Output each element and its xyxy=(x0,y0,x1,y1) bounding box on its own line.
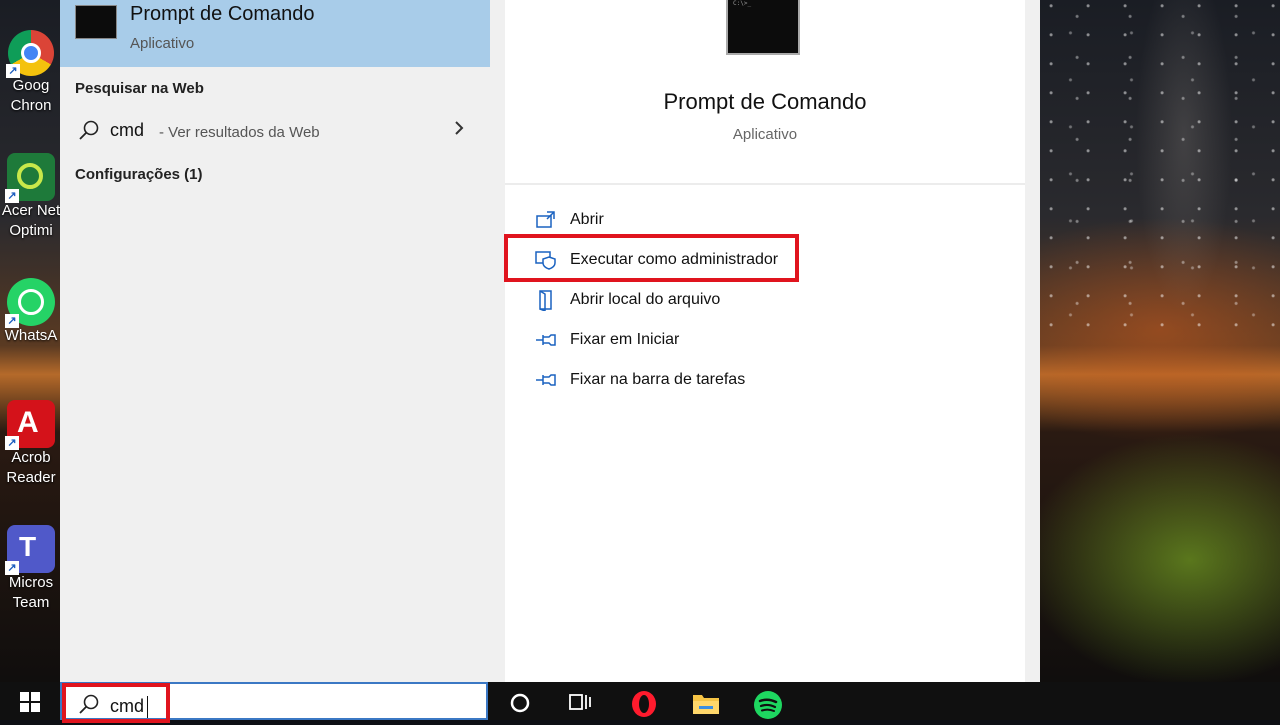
cortana-icon[interactable] xyxy=(507,690,533,716)
best-match-result[interactable]: Prompt de Comando Aplicativo xyxy=(60,0,490,67)
shortcut-arrow-icon: ↗ xyxy=(5,436,19,450)
spotify-icon[interactable] xyxy=(753,690,782,719)
file-explorer-icon[interactable] xyxy=(692,690,719,716)
web-search-result[interactable]: cmd - Ver resultados da Web xyxy=(60,112,490,150)
preview-pane: C:\>_ Prompt de Comando Aplicativo Abrir… xyxy=(505,0,1025,682)
preview-app-type: Aplicativo xyxy=(732,126,798,143)
chevron-right-icon[interactable] xyxy=(453,120,465,141)
action-pin-to-taskbar[interactable]: Fixar na barra de tarefas xyxy=(505,360,1025,400)
teams-icon: T ↗ xyxy=(5,525,55,575)
whatsapp-icon: ↗ xyxy=(5,278,55,328)
command-prompt-large-icon: C:\>_ xyxy=(726,0,800,55)
best-match-type: Aplicativo xyxy=(130,35,195,52)
start-button[interactable] xyxy=(0,682,60,720)
preview-app-name: Prompt de Comando xyxy=(663,89,867,114)
action-label: Abrir local do arquivo xyxy=(570,291,721,308)
annotation-highlight-run-as-admin xyxy=(504,234,799,282)
shortcut-arrow-icon: ↗ xyxy=(5,314,19,328)
desktop-icon-chrome[interactable]: ↗ Goog Chron xyxy=(0,30,62,116)
search-icon xyxy=(78,119,100,146)
desktop-icon-acer-network[interactable]: ↗ Acer Net Optimi xyxy=(0,153,62,241)
best-match-name: Prompt de Comando xyxy=(130,3,315,25)
pin-icon xyxy=(535,329,557,351)
web-query-text: cmd xyxy=(110,120,145,140)
shortcut-arrow-icon: ↗ xyxy=(6,64,20,78)
annotation-highlight-search-box xyxy=(62,683,170,723)
web-section-title: Pesquisar na Web xyxy=(75,80,204,97)
acer-network-icon: ↗ xyxy=(5,153,55,203)
desktop-icon-label: Acer Net xyxy=(1,202,61,219)
desktop-icon-teams[interactable]: T ↗ Micros Team xyxy=(0,525,62,613)
desktop-icon-label: WhatsA xyxy=(4,327,58,344)
desktop-icon-acrobat[interactable]: A ↗ Acrob Reader xyxy=(0,400,62,488)
pin-icon xyxy=(535,369,557,391)
desktop-icon-label: Micros xyxy=(8,574,54,591)
action-open-file-location[interactable]: Abrir local do arquivo xyxy=(505,280,1025,320)
shortcut-arrow-icon: ↗ xyxy=(5,561,19,575)
wallpaper-stars xyxy=(1040,0,1280,340)
action-pin-to-start[interactable]: Fixar em Iniciar xyxy=(505,320,1025,360)
acrobat-reader-icon: A ↗ xyxy=(5,400,55,450)
desktop-icon-label: Team xyxy=(12,594,50,611)
action-label: Abrir xyxy=(570,211,604,228)
preview-divider xyxy=(505,183,1025,185)
desktop-icon-label: Acrob xyxy=(11,449,51,466)
action-label: Fixar na barra de tarefas xyxy=(570,371,746,388)
shortcut-arrow-icon: ↗ xyxy=(5,189,19,203)
file-location-icon xyxy=(535,289,557,313)
web-hint-text: - Ver resultados da Web xyxy=(159,124,320,141)
action-label: Fixar em Iniciar xyxy=(570,331,680,348)
open-window-icon xyxy=(535,209,557,231)
opera-icon[interactable] xyxy=(630,690,656,717)
desktop-icon-label: Goog xyxy=(12,77,50,94)
settings-section-title[interactable]: Configurações (1) xyxy=(75,166,203,183)
desktop-icon-label: Optimi xyxy=(9,222,53,239)
chrome-icon: ↗ xyxy=(6,30,54,78)
command-prompt-icon xyxy=(75,5,117,39)
task-view-icon[interactable] xyxy=(567,690,593,716)
desktop-icon-label: Chron xyxy=(10,97,52,114)
desktop-icon-whatsapp[interactable]: ↗ WhatsA xyxy=(0,278,62,346)
taskbar: cmd xyxy=(0,682,1280,720)
windows-start-icon xyxy=(20,692,40,717)
command-prompt-thumb-text: C:\>_ xyxy=(733,0,752,7)
search-results-pane: Prompt de Comando Aplicativo Pesquisar n… xyxy=(60,0,490,682)
desktop-icon-label: Reader xyxy=(6,469,56,486)
